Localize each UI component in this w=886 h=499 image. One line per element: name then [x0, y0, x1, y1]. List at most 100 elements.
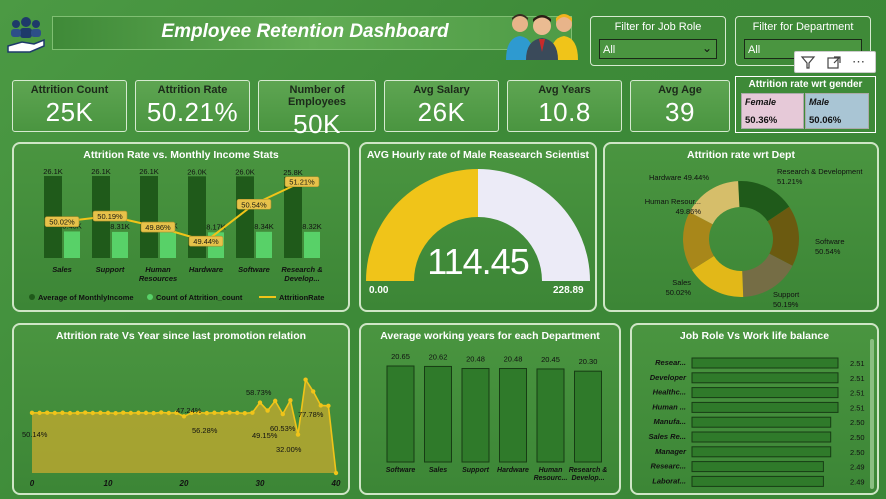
hr-logo-icon	[4, 12, 48, 56]
bar-value-label: 2.50	[850, 433, 865, 442]
income-bar-label: 25.8K	[283, 168, 303, 177]
attrition-rate-label: 50.02%	[49, 218, 75, 227]
work-life-panel: Job Role Vs Work life balance Resear... 2…	[630, 323, 879, 495]
data-point	[52, 410, 57, 416]
data-point	[113, 411, 118, 416]
category-label: Resources	[139, 274, 177, 283]
slice-label: Human Resour...	[645, 197, 701, 206]
bar-value-label: 2.51	[850, 374, 865, 383]
data-point	[60, 410, 65, 415]
data-point	[257, 400, 263, 405]
working-years-bar	[536, 368, 565, 463]
department-filter-label: Filter for Department	[752, 21, 854, 33]
bar-value-label: 2.50	[850, 418, 865, 427]
attrition-rate-label: 50.54%	[241, 200, 267, 209]
data-point	[45, 410, 50, 415]
category-label: Sales Re...	[648, 432, 686, 441]
work-life-bar	[691, 357, 839, 369]
attrition-count-bar	[304, 231, 320, 258]
category-label: Sales	[52, 265, 72, 274]
gender-card: Attrition rate wrt gender Female 50.36% …	[735, 76, 876, 133]
work-life-bar	[691, 401, 839, 413]
data-point	[326, 403, 331, 408]
working-years-bar	[499, 368, 527, 463]
x-tick-label: 30	[256, 479, 265, 488]
bar-value-label: 20.62	[429, 352, 448, 361]
data-point	[98, 410, 103, 415]
gauge-min: 0.00	[369, 285, 389, 296]
category-label: Developer	[650, 373, 687, 382]
data-point	[318, 403, 323, 408]
point-annotation: 32.00%	[276, 445, 302, 454]
focus-mode-icon[interactable]	[826, 55, 842, 70]
data-point	[90, 410, 96, 416]
bar-value-label: 2.51	[850, 389, 865, 398]
category-label: Healthc...	[653, 388, 686, 397]
kpi-label: Attrition Rate	[157, 84, 228, 96]
team-illustration-icon	[502, 10, 582, 60]
data-point	[235, 410, 240, 416]
bar-value-label: 2.50	[850, 448, 865, 457]
category-label: Researc...	[651, 462, 686, 471]
category-label: Support	[462, 467, 489, 474]
legend-label: AttritionRate	[279, 293, 324, 302]
data-point	[143, 410, 149, 416]
category-label: Laborat...	[652, 476, 686, 485]
slice-value: 49.86%	[676, 207, 702, 216]
x-tick-label: 0	[30, 479, 35, 488]
bar-value-label: 20.48	[466, 355, 485, 364]
slice-label: Sales	[672, 278, 691, 287]
category-label: Human ...	[652, 402, 686, 411]
work-life-bar	[691, 461, 824, 473]
page-title: Employee Retention Dashboard	[161, 21, 449, 42]
legend-label: Average of MonthlyIncome	[38, 293, 134, 302]
data-point	[29, 410, 35, 416]
female-value: 50.36%	[745, 115, 778, 126]
category-label: Research &	[281, 265, 322, 274]
work-life-bar	[691, 372, 839, 384]
slice-label: Support	[773, 290, 800, 299]
work-life-bar	[691, 431, 832, 443]
category-label: Resear...	[655, 358, 686, 367]
work-life-chart: Resear... 2.51 Developer 2.51 Healthc... 2.51…	[648, 357, 865, 487]
attrition-count-label: 8.31K	[110, 222, 130, 231]
kpi-label: Avg Years	[538, 84, 591, 96]
kpi-label: Avg Age	[658, 84, 702, 96]
gender-card-title: Attrition rate wrt gender	[748, 79, 863, 90]
slice-label: Software	[815, 237, 845, 246]
data-point	[273, 398, 278, 404]
bar-value-label: 2.49	[850, 463, 865, 472]
attrition-rate-label: 50.19%	[97, 212, 123, 221]
data-point	[250, 410, 255, 415]
job-role-filter-label: Filter for Job Role	[614, 21, 702, 33]
chevron-down-icon: ⌄	[701, 41, 712, 55]
kpi-card-avg-salary: Avg Salary 26K	[384, 80, 499, 132]
data-point	[265, 408, 270, 413]
gauge-max: 228.89	[553, 285, 584, 296]
male-label: Male	[809, 97, 830, 107]
category-label: Sales	[429, 467, 447, 474]
attrition-count-bar	[256, 231, 272, 258]
bar-value-label: 20.30	[579, 357, 598, 366]
more-options-icon[interactable]: ⋯	[852, 54, 870, 69]
legend-marker	[147, 294, 153, 300]
x-tick-label: 20	[179, 479, 189, 488]
filter-icon[interactable]	[800, 55, 816, 70]
department-dropdown-value: All	[748, 44, 761, 56]
bar-value-label: 20.45	[541, 355, 560, 364]
income-bar-label: 26.0K	[187, 167, 207, 176]
category-label: Manufa...	[653, 417, 686, 426]
job-role-dropdown[interactable]: All ⌄	[599, 39, 717, 59]
data-point	[288, 398, 293, 403]
kpi-value: 10.8	[538, 97, 591, 127]
bar-value-label: 2.49	[850, 477, 865, 486]
category-label: Human	[145, 265, 171, 274]
dashboard: Employee Retention Dashboard Filter for …	[0, 0, 886, 499]
x-tick-label: 10	[104, 479, 113, 488]
scrollbar[interactable]	[870, 339, 874, 489]
category-label: Hardware	[497, 467, 529, 474]
working-years-panel: Average working years for each Departmen…	[359, 323, 621, 495]
attrition-count-bar	[112, 231, 128, 258]
data-point	[75, 410, 80, 416]
dept-donut-chart: Hardware 49.44% Research & Development51.…	[645, 167, 864, 309]
